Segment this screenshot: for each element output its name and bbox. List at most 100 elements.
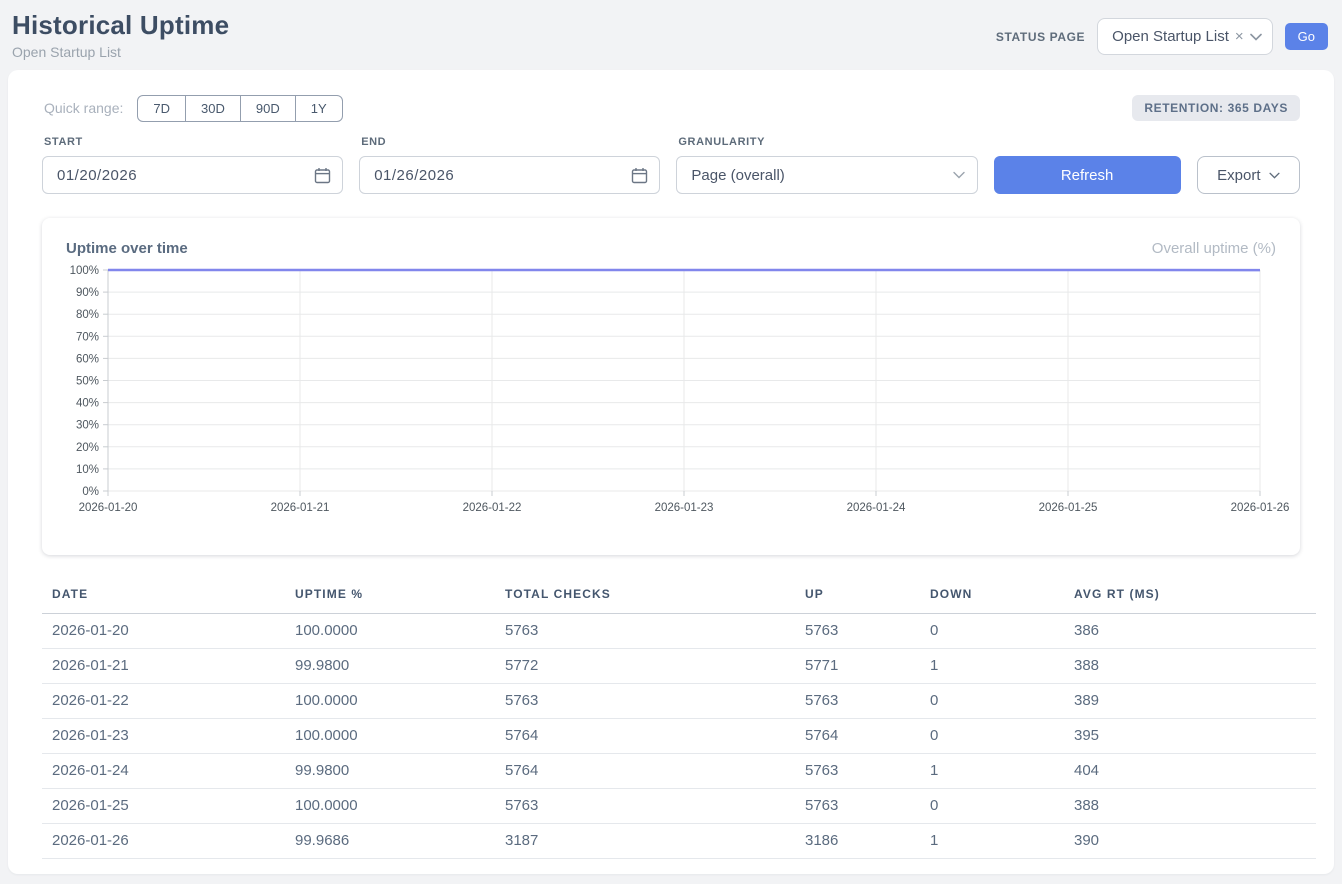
svg-text:2026-01-23: 2026-01-23 — [655, 502, 714, 514]
header-controls: STATUS PAGE Open Startup List × Go — [996, 18, 1328, 55]
table-row: 2026-01-23100.0000576457640395 — [42, 719, 1316, 754]
quick-range-1y-button[interactable]: 1Y — [295, 95, 343, 122]
column-header: AVG RT (MS) — [1064, 579, 1316, 614]
column-header: UPTIME % — [285, 579, 495, 614]
main-panel: Quick range: 7D30D90D1Y RETENTION: 365 D… — [8, 70, 1334, 874]
table-cell: 3187 — [495, 824, 795, 859]
calendar-icon[interactable] — [314, 167, 331, 189]
table-cell: 2026-01-26 — [42, 824, 285, 859]
table-cell: 389 — [1064, 684, 1316, 719]
svg-text:2026-01-26: 2026-01-26 — [1231, 502, 1290, 514]
granularity-select[interactable]: Page (overall) — [676, 156, 977, 194]
table-cell: 100.0000 — [285, 684, 495, 719]
svg-text:90%: 90% — [76, 287, 99, 299]
quick-range-7d-button[interactable]: 7D — [137, 95, 186, 122]
table-cell: 388 — [1064, 789, 1316, 824]
export-button[interactable]: Export — [1197, 156, 1300, 194]
uptime-chart-card: Uptime over time Overall uptime (%) 0% 10… — [42, 218, 1300, 555]
table-row: 2026-01-22100.0000576357630389 — [42, 684, 1316, 719]
header-titles: Historical Uptime Open Startup List — [12, 10, 229, 60]
table-cell: 386 — [1064, 614, 1316, 649]
chart-legend: Overall uptime (%) — [1152, 240, 1276, 257]
quick-range-row: Quick range: 7D30D90D1Y RETENTION: 365 D… — [8, 94, 1334, 122]
table-cell: 1 — [920, 754, 1064, 789]
refresh-button[interactable]: Refresh — [994, 156, 1181, 194]
clear-selection-icon[interactable]: × — [1235, 29, 1244, 44]
table-cell: 2026-01-23 — [42, 719, 285, 754]
filters-row: START END GRANULARITY Page (overall) — [8, 122, 1334, 194]
start-date-group: START — [42, 136, 343, 194]
table-cell: 388 — [1064, 649, 1316, 684]
column-header: TOTAL CHECKS — [495, 579, 795, 614]
table-cell: 99.9686 — [285, 824, 495, 859]
table-row: 2026-01-2199.9800577257711388 — [42, 649, 1316, 684]
svg-text:80%: 80% — [76, 309, 99, 321]
table-cell: 5771 — [795, 649, 920, 684]
svg-text:100%: 100% — [70, 265, 99, 277]
page-subtitle: Open Startup List — [12, 44, 229, 60]
end-date-group: END — [359, 136, 660, 194]
table-cell: 2026-01-21 — [42, 649, 285, 684]
chevron-down-icon — [953, 171, 965, 179]
page-title: Historical Uptime — [12, 10, 229, 41]
table-cell: 404 — [1064, 754, 1316, 789]
uptime-table: DATEUPTIME %TOTAL CHECKSUPDOWNAVG RT (MS… — [42, 579, 1316, 859]
table-cell: 2026-01-22 — [42, 684, 285, 719]
table-cell: 100.0000 — [285, 789, 495, 824]
quick-range-30d-button[interactable]: 30D — [185, 95, 241, 122]
export-button-label: Export — [1217, 167, 1260, 184]
status-page-label: STATUS PAGE — [996, 30, 1085, 44]
svg-text:20%: 20% — [76, 442, 99, 454]
table-cell: 395 — [1064, 719, 1316, 754]
svg-text:10%: 10% — [76, 464, 99, 476]
retention-badge: RETENTION: 365 DAYS — [1132, 95, 1300, 121]
table-header-row: DATEUPTIME %TOTAL CHECKSUPDOWNAVG RT (MS… — [42, 579, 1316, 614]
table-cell: 2026-01-24 — [42, 754, 285, 789]
table-cell: 5763 — [795, 754, 920, 789]
table-cell: 5764 — [495, 719, 795, 754]
start-date-label: START — [44, 136, 343, 148]
table-cell: 2026-01-25 — [42, 789, 285, 824]
svg-text:50%: 50% — [76, 376, 99, 388]
granularity-group: GRANULARITY Page (overall) — [676, 136, 977, 194]
column-header: UP — [795, 579, 920, 614]
table-cell: 5763 — [495, 789, 795, 824]
table-cell: 0 — [920, 614, 1064, 649]
column-header: DATE — [42, 579, 285, 614]
status-page-select[interactable]: Open Startup List × — [1097, 18, 1273, 55]
end-date-field — [359, 156, 660, 194]
table-row: 2026-01-2699.9686318731861390 — [42, 824, 1316, 859]
svg-text:40%: 40% — [76, 398, 99, 410]
svg-text:2026-01-24: 2026-01-24 — [847, 502, 906, 514]
table-cell: 0 — [920, 719, 1064, 754]
table-cell: 5772 — [495, 649, 795, 684]
granularity-label: GRANULARITY — [678, 136, 977, 148]
svg-text:0%: 0% — [82, 486, 99, 498]
table-cell: 0 — [920, 684, 1064, 719]
status-page-selected-value: Open Startup List — [1112, 28, 1229, 45]
start-date-field — [42, 156, 343, 194]
chart-title: Uptime over time — [66, 240, 188, 257]
column-header: DOWN — [920, 579, 1064, 614]
svg-text:2026-01-25: 2026-01-25 — [1039, 502, 1098, 514]
table-cell: 2026-01-20 — [42, 614, 285, 649]
chevron-down-icon — [1269, 172, 1280, 179]
table-cell: 3186 — [795, 824, 920, 859]
table-cell: 5764 — [495, 754, 795, 789]
svg-text:2026-01-21: 2026-01-21 — [271, 502, 330, 514]
end-date-input[interactable] — [360, 167, 659, 184]
calendar-icon[interactable] — [631, 167, 648, 189]
start-date-input[interactable] — [43, 167, 342, 184]
uptime-chart: 0%10%20%30%40%50%60%70%80%90%100%2026-01… — [66, 263, 1276, 519]
table-cell: 390 — [1064, 824, 1316, 859]
go-button[interactable]: Go — [1285, 23, 1328, 50]
table-row: 2026-01-20100.0000576357630386 — [42, 614, 1316, 649]
svg-text:60%: 60% — [76, 353, 99, 365]
table-cell: 100.0000 — [285, 614, 495, 649]
svg-text:2026-01-20: 2026-01-20 — [79, 502, 138, 514]
table-cell: 5763 — [795, 684, 920, 719]
table-cell: 0 — [920, 789, 1064, 824]
svg-text:70%: 70% — [76, 331, 99, 343]
quick-range-90d-button[interactable]: 90D — [240, 95, 296, 122]
quick-range-group: 7D30D90D1Y — [137, 95, 342, 122]
